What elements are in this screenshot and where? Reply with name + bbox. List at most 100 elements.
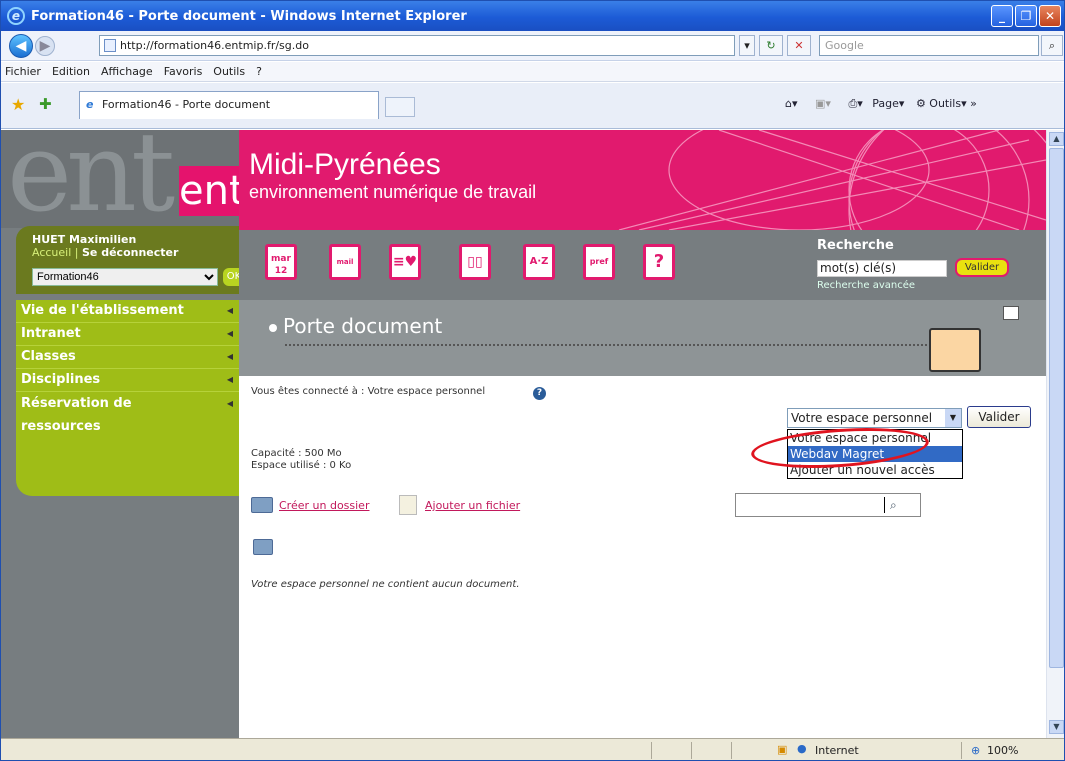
globe-icon: ●	[797, 742, 807, 755]
tools-menu-label: Outils	[929, 97, 962, 110]
menu-disciplines[interactable]: Disciplines ◀	[16, 369, 239, 392]
create-folder-link[interactable]: Créer un dossier	[279, 499, 369, 512]
validate-button[interactable]: Valider	[967, 406, 1031, 428]
parent-folder-icon[interactable]	[253, 539, 273, 555]
calendar-icon[interactable]: mar 12	[265, 244, 297, 280]
maximize-button[interactable]: ❐	[1015, 5, 1037, 27]
menu-edition[interactable]: Edition	[52, 65, 90, 78]
menu-favoris[interactable]: Favoris	[164, 65, 203, 78]
ie-window: e Formation46 - Porte document - Windows…	[0, 0, 1065, 761]
mail-icon-label: mail	[336, 258, 354, 266]
magnifier-icon[interactable]: ⌕	[890, 498, 897, 513]
back-button[interactable]: ◀	[9, 33, 33, 58]
user-name: HUET Maximilien	[32, 233, 137, 246]
advanced-search-link[interactable]: Recherche avancée	[817, 280, 915, 291]
refresh-icon[interactable]: ↻	[759, 35, 783, 56]
help-circle-icon[interactable]: ?	[533, 387, 546, 400]
logo-watermark: ent	[7, 130, 175, 228]
minimize-button[interactable]: _	[991, 5, 1013, 27]
left-column: ent ent HUET Maximilien Accueil | Se déc…	[1, 130, 245, 738]
title-bullet	[269, 324, 277, 332]
zoom-icon[interactable]: ⊕	[971, 744, 980, 757]
scroll-thumb[interactable]	[1049, 148, 1064, 668]
add-file-link[interactable]: Ajouter un fichier	[425, 499, 520, 512]
new-tab-button[interactable]	[385, 97, 415, 117]
text-cursor	[884, 497, 885, 513]
print-icon[interactable]: ⎙▾	[848, 97, 862, 110]
command-bar: ⌂▾ ▣▾ ⎙▾ Page▾ ⚙ Outils▾ »	[785, 97, 977, 111]
page-icon	[104, 39, 116, 52]
stop-icon[interactable]: ✕	[787, 35, 811, 56]
forward-button[interactable]: ▶	[35, 35, 55, 56]
directory-az-icon[interactable]: A·Z	[523, 244, 555, 280]
zoom-level[interactable]: 100%	[987, 744, 1018, 757]
folders-icon[interactable]: ▯▯	[459, 244, 491, 280]
menu-intranet[interactable]: Intranet ◀	[16, 323, 239, 346]
calendar-month: mar	[271, 254, 291, 264]
tools-menu[interactable]: ⚙ Outils▾ »	[916, 97, 977, 110]
address-toolbar: ◀ ▶ http://formation46.entmip.fr/sg.do ▾…	[1, 31, 1064, 61]
content-header: Porte document	[239, 300, 1046, 376]
empty-message: Votre espace personnel ne contient aucun…	[251, 579, 520, 590]
logout-link[interactable]: Se déconnecter	[82, 246, 178, 259]
zone-label: Internet	[815, 744, 859, 757]
favorites-star-icon[interactable]: ★	[11, 95, 25, 114]
preferences-icon-label: pref	[589, 257, 609, 266]
menu-classes[interactable]: Classes ◀	[16, 346, 239, 369]
address-dropdown-button[interactable]: ▾	[739, 35, 755, 56]
feeds-icon[interactable]: ▣▾	[815, 97, 831, 110]
arrow-left-icon: ◀	[226, 329, 233, 338]
pencil-document-icon	[929, 328, 981, 372]
folder-icon	[251, 497, 273, 513]
page-menu[interactable]: Page▾	[872, 97, 904, 110]
mail-icon[interactable]: mail	[329, 244, 361, 280]
arrow-left-icon: ◀	[226, 306, 233, 315]
tab-bar: ★ ✚ Formation46 - Porte document ⌂▾ ▣▾ ⎙…	[1, 83, 1064, 129]
menu-item-label: Disciplines	[21, 372, 101, 387]
establishment-select[interactable]: Formation46	[32, 268, 218, 286]
menu-vie-etablissement[interactable]: Vie de l'établissement ◀	[16, 300, 239, 323]
menu-affichage[interactable]: Affichage	[101, 65, 153, 78]
help-icon-label: ?	[653, 251, 665, 272]
security-lock-icon: ▣	[777, 743, 788, 756]
keyword-search-input[interactable]: mot(s) clé(s)	[817, 260, 947, 277]
menu-item-label: Classes	[21, 349, 76, 364]
space-select[interactable]: Votre espace personnel ▼	[787, 408, 962, 428]
user-links: Accueil | Se déconnecter	[32, 246, 239, 259]
chevron-down-icon[interactable]: ▼	[945, 409, 961, 427]
ent-logo: ent ent	[1, 130, 239, 228]
content-body: Vous êtes connecté à : Votre espace pers…	[239, 376, 1046, 738]
web-search-input[interactable]: Google	[819, 35, 1039, 56]
status-divider	[731, 742, 732, 759]
add-favorite-icon[interactable]: ✚	[39, 95, 52, 113]
search-go-icon[interactable]: ⌕	[1041, 35, 1063, 56]
menu-outils[interactable]: Outils	[213, 65, 245, 78]
status-divider	[651, 742, 652, 759]
title-underline	[285, 344, 955, 346]
scroll-down-icon[interactable]: ▼	[1049, 720, 1064, 734]
home-icon[interactable]: ⌂▾	[785, 97, 798, 110]
address-field[interactable]: http://formation46.entmip.fr/sg.do	[99, 35, 735, 56]
scroll-up-icon[interactable]: ▲	[1049, 132, 1064, 146]
close-button[interactable]: ✕	[1039, 5, 1061, 27]
home-link[interactable]: Accueil	[32, 246, 71, 259]
connected-label: Vous êtes connecté à : Votre espace pers…	[251, 386, 486, 397]
document-search-input[interactable]: ⌕	[735, 493, 921, 517]
page-title: Porte document	[283, 314, 443, 338]
search-submit-button[interactable]: Valider	[955, 258, 1009, 277]
left-menu: Vie de l'établissement ◀ Intranet ◀ Clas…	[16, 300, 239, 496]
calendar-day: 12	[274, 266, 288, 276]
preferences-icon[interactable]: pref	[583, 244, 615, 280]
menu-bar: Fichier Edition Affichage Favoris Outils…	[1, 62, 1064, 82]
menu-reservation[interactable]: Réservation de ressources ◀	[16, 392, 239, 438]
logo-ent-box: ent	[179, 166, 239, 216]
web-page: ent ent HUET Maximilien Accueil | Se déc…	[1, 130, 1046, 738]
address-url: http://formation46.entmip.fr/sg.do	[120, 39, 309, 52]
help-icon[interactable]: ?	[643, 244, 675, 280]
menu-fichier[interactable]: Fichier	[5, 65, 41, 78]
tab-porte-document[interactable]: Formation46 - Porte document	[79, 91, 379, 119]
expand-icon[interactable]	[1003, 306, 1019, 320]
menu-help[interactable]: ?	[256, 65, 262, 78]
notes-heart-icon[interactable]: ≡♥	[389, 244, 421, 280]
vertical-scrollbar[interactable]: ▲ ▼	[1046, 130, 1064, 738]
